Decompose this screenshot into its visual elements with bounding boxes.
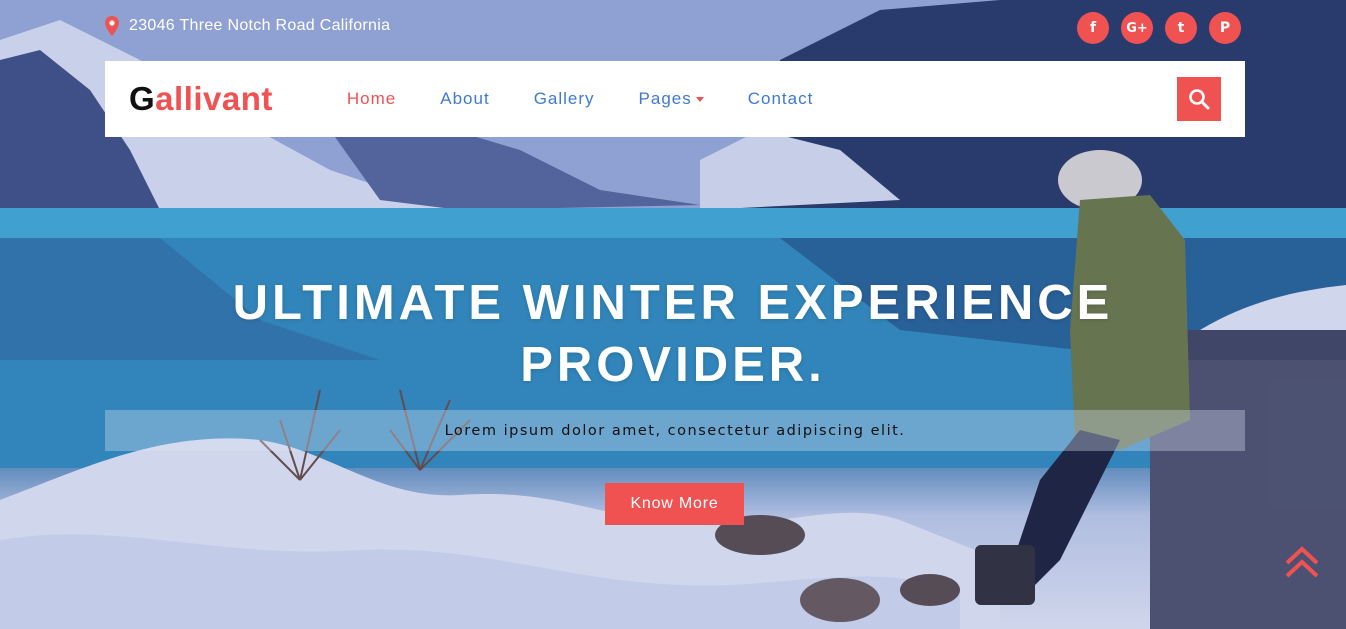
search-icon xyxy=(1189,89,1210,110)
facebook-icon[interactable]: f xyxy=(1077,12,1109,44)
know-more-button[interactable]: Know More xyxy=(605,483,744,525)
social-links: f G+ t P xyxy=(1077,12,1241,44)
top-bar: 23046 Three Notch Road California f G+ t… xyxy=(105,12,1241,46)
map-pin-icon xyxy=(105,16,119,36)
pinterest-icon[interactable]: P xyxy=(1209,12,1241,44)
caret-down-icon xyxy=(695,96,704,102)
google-plus-icon[interactable]: G+ xyxy=(1121,12,1153,44)
twitter-icon[interactable]: t xyxy=(1165,12,1197,44)
nav-item-pages[interactable]: Pages xyxy=(617,89,726,109)
nav-item-home[interactable]: Home xyxy=(325,89,418,109)
address: 23046 Three Notch Road California xyxy=(105,16,390,36)
hero-headline: ULTIMATE WINTER EXPERIENCE PROVIDER. xyxy=(232,276,1114,392)
main-navbar: Gallivant Home About Gallery Pages Conta… xyxy=(105,61,1245,137)
address-text: 23046 Three Notch Road California xyxy=(129,17,391,34)
nav-links: Home About Gallery Pages Contact xyxy=(325,89,835,109)
hero-subtitle-bar: Lorem ipsum dolor amet, consectetur adip… xyxy=(105,410,1245,451)
site-logo[interactable]: Gallivant xyxy=(129,80,273,118)
hero-subtitle: Lorem ipsum dolor amet, consectetur adip… xyxy=(444,422,906,439)
search-button[interactable] xyxy=(1177,77,1221,121)
nav-item-about[interactable]: About xyxy=(418,89,511,109)
nav-item-contact[interactable]: Contact xyxy=(726,89,836,109)
scroll-to-top-icon[interactable] xyxy=(1284,545,1320,581)
nav-item-gallery[interactable]: Gallery xyxy=(512,89,617,109)
